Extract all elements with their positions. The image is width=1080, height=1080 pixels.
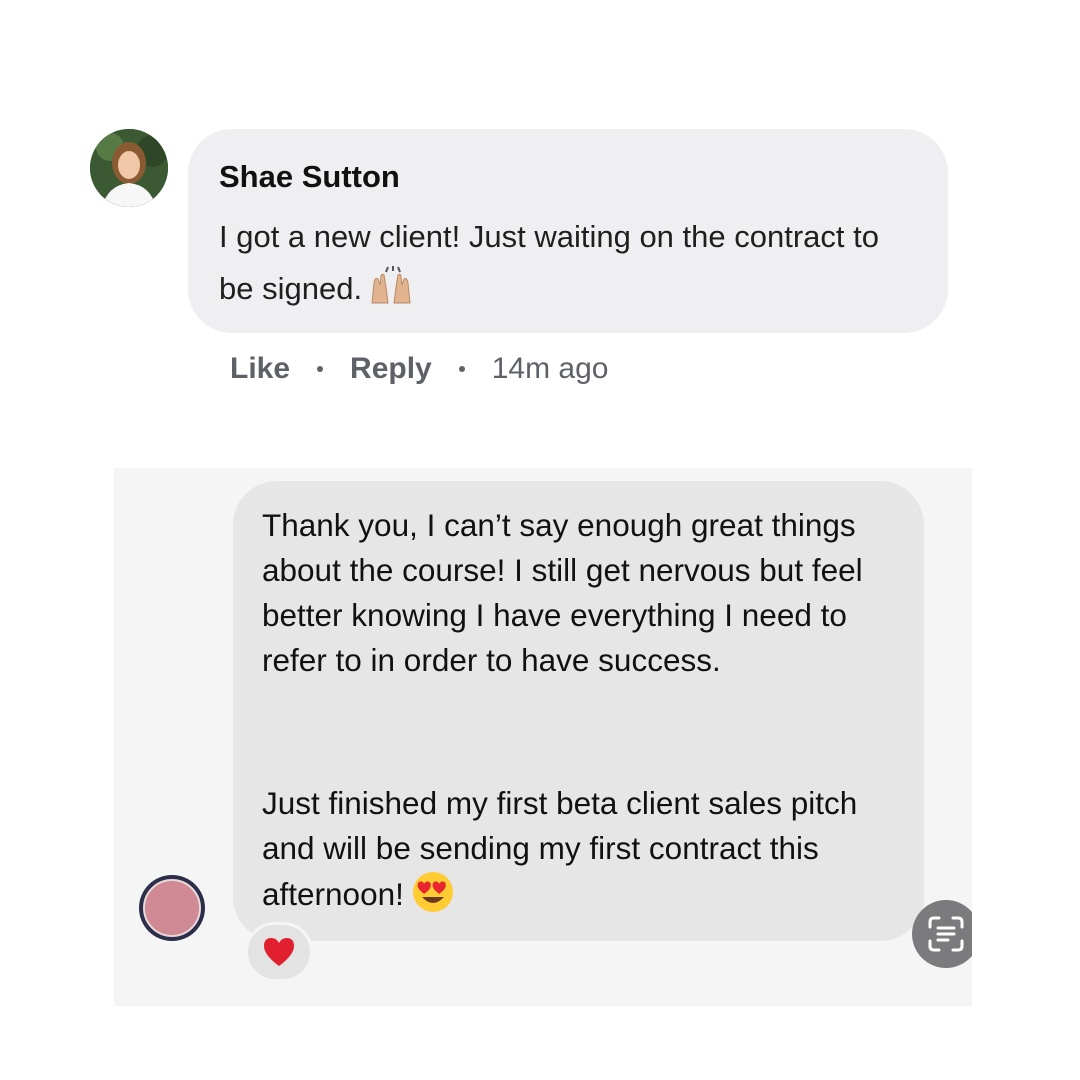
text-scan-icon	[928, 916, 964, 952]
heart-icon	[264, 938, 294, 966]
like-button[interactable]: Like	[230, 352, 290, 386]
heart-eyes-emoji	[412, 871, 454, 925]
message-bubble[interactable]: Thank you, I can’t say enough great thin…	[233, 481, 924, 941]
brand-logo	[143, 879, 201, 937]
reply-button[interactable]: Reply	[350, 352, 432, 386]
separator-dot	[458, 366, 465, 372]
message-panel: Thank you, I can’t say enough great thin…	[114, 468, 972, 1006]
comment-actions: Like Reply 14m ago	[230, 349, 608, 389]
heart-reaction[interactable]	[245, 922, 313, 982]
separator-dot	[317, 366, 324, 372]
message-paragraph-1: Thank you, I can’t say enough great thin…	[262, 507, 863, 678]
brand-avatar[interactable]	[139, 875, 205, 941]
comment-bubble: Shae Sutton I got a new client! Just wai…	[188, 129, 948, 333]
commenter-avatar[interactable]	[90, 129, 168, 207]
message-paragraph-2: Just finished my first beta client sales…	[262, 781, 902, 925]
comment-timestamp: 14m ago	[491, 352, 609, 385]
message-paragraph-2-text: Just finished my first beta client sales…	[262, 785, 858, 912]
commenter-name[interactable]: Shae Sutton	[219, 159, 400, 195]
comment-body: I got a new client! Just waiting on the …	[219, 219, 879, 306]
comment-text: I got a new client! Just waiting on the …	[219, 211, 899, 321]
text-scan-button[interactable]	[912, 900, 972, 968]
raising-hands-emoji	[368, 265, 414, 321]
